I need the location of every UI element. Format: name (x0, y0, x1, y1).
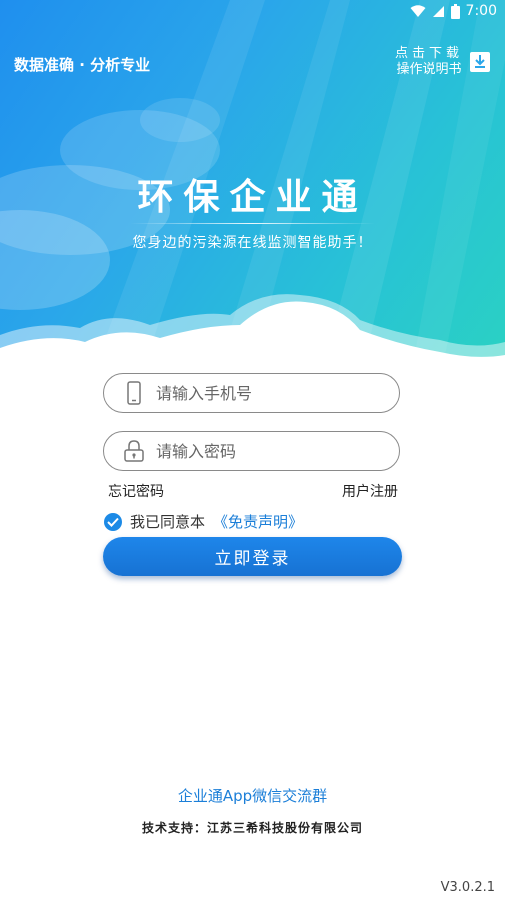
manual-line2: 操作说明书 (396, 62, 462, 77)
password-input[interactable] (156, 441, 366, 461)
agree-text: 我已同意本 (130, 513, 206, 531)
wifi-icon (410, 4, 426, 17)
agree-checkbox[interactable] (104, 512, 122, 531)
check-icon (107, 517, 119, 527)
password-field[interactable] (103, 431, 400, 471)
tagline: 数据准确 · 分析专业 (14, 56, 151, 74)
phone-field[interactable] (103, 373, 400, 413)
phone-icon (124, 381, 144, 405)
login-button[interactable]: 立即登录 (103, 537, 402, 576)
forgot-password-link[interactable]: 忘记密码 (108, 481, 164, 501)
hero-banner: 7:00 数据准确 · 分析专业 点击下载 操作说明书 环保企业通 您身边的污染… (0, 0, 505, 380)
wechat-group-link[interactable]: 企业通App微信交流群 (0, 785, 505, 806)
signal-icon (432, 5, 444, 17)
cloud-wave (0, 294, 505, 380)
status-bar: 7:00 (0, 0, 505, 24)
lock-icon (124, 439, 144, 463)
phone-input[interactable] (156, 383, 366, 403)
agreement-row: 我已同意本 《免责声明》 (104, 511, 303, 532)
status-time: 7:00 (465, 3, 497, 19)
disclaimer-link[interactable]: 《免责声明》 (213, 511, 303, 532)
app-title: 环保企业通 (137, 177, 368, 218)
app-subtitle: 您身边的污染源在线监测智能助手！ (132, 235, 373, 251)
download-icon[interactable] (469, 51, 491, 73)
register-link[interactable]: 用户注册 (342, 481, 398, 501)
manual-download-link[interactable]: 点击下载 操作说明书 (395, 46, 491, 78)
battery-icon (450, 3, 460, 19)
manual-line1: 点击下载 (394, 46, 463, 61)
tech-support-text: 技术支持：江苏三希科技股份有限公司 (141, 821, 363, 835)
title-divider (130, 223, 375, 224)
version-label: V3.0.2.1 (440, 880, 495, 895)
